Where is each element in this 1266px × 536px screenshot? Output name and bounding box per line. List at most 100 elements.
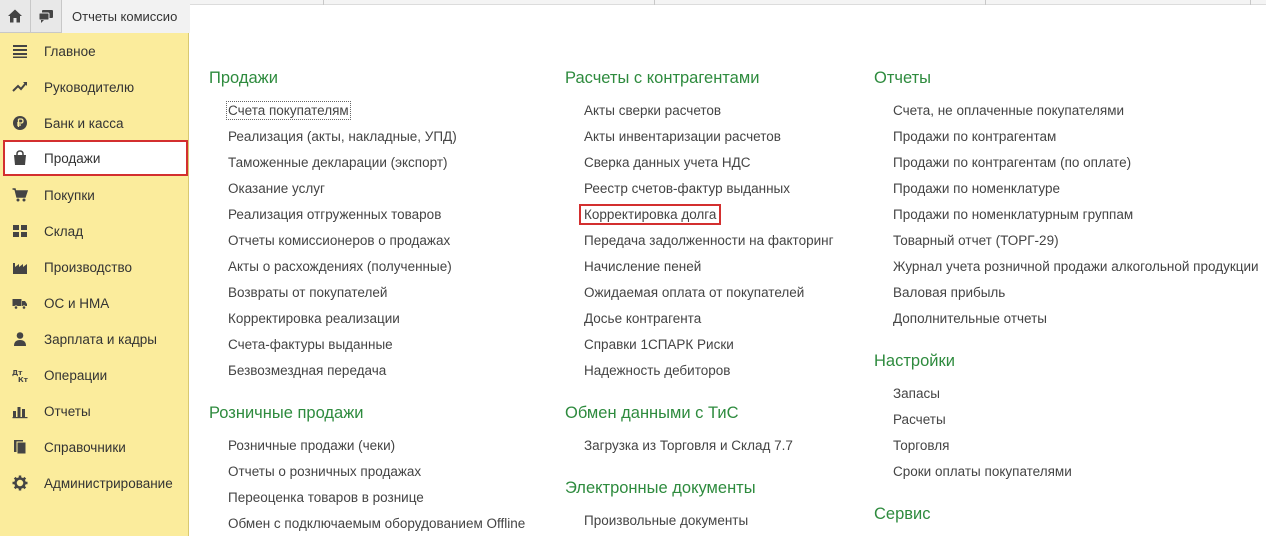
truck-icon [10,293,30,313]
section-title-edocs: Электронные документы [565,479,756,497]
sidebar-item-label: Продажи [44,150,101,166]
home-icon [8,9,22,23]
link-load-from-trade[interactable]: Загрузка из Торговля и Склад 7.7 [584,438,793,453]
menu-lines-icon [10,41,30,61]
link-additional-reports[interactable]: Дополнительные отчеты [893,311,1047,326]
sidebar-item-label: Банк и касса [44,115,124,131]
strip-divider [985,0,986,5]
link-alcohol-journal[interactable]: Журнал учета розничной продажи алкогольн… [893,259,1259,274]
sidebar-item-bank[interactable]: Банк и касса [0,105,189,141]
sidebar-item-reports[interactable]: Отчеты [0,393,189,429]
link-debt-adjustment[interactable]: Корректировка долга [579,204,722,225]
sidebar-item-salary[interactable]: Зарплата и кадры [0,321,189,357]
ruble-coin-icon [10,113,30,133]
sidebar-item-label: Зарплата и кадры [44,331,157,347]
sidebar-item-label: Операции [44,367,108,383]
link-sales-by-counterparty-payment[interactable]: Продажи по контрагентам (по оплате) [893,155,1131,170]
person-icon [10,329,30,349]
sidebar-item-production[interactable]: Производство [0,249,189,285]
link-sales-acts[interactable]: Реализация (акты, накладные, УПД) [228,129,457,144]
link-sales-adjustment[interactable]: Корректировка реализации [228,311,400,326]
link-retail-receipts[interactable]: Розничные продажи (чеки) [228,438,395,453]
section-title-settings: Настройки [874,352,955,370]
sidebar-item-label: Отчеты [44,403,91,419]
factory-icon [10,257,30,277]
top-strip [190,0,1266,5]
section-title-reports: Отчеты [874,69,932,87]
link-customer-invoices[interactable]: Счета покупателям [226,101,351,120]
section-title-service: Сервис [874,505,931,523]
link-vat-reconciliation[interactable]: Сверка данных учета НДС [584,155,751,170]
shopping-bag-icon [10,148,30,168]
sidebar-item-label: ОС и НМА [44,295,110,311]
chat-bubbles-icon [38,10,53,23]
discussions-button[interactable] [31,0,62,33]
section-title-settlements: Расчеты с контрагентами [565,69,760,87]
open-tab-commissioner-reports[interactable]: Отчеты комиссио [62,0,190,33]
link-sales-by-counterparty[interactable]: Продажи по контрагентам [893,129,1056,144]
sidebar-item-operations[interactable]: Дт Кт Операции [0,357,189,393]
sales-section-panel: Продажи Счета покупателям Реализация (ак… [190,6,1266,536]
link-commissioner-reports[interactable]: Отчеты комиссионеров о продажах [228,233,450,248]
link-unpaid-invoices[interactable]: Счета, не оплаченные покупателями [893,103,1124,118]
sidebar-item-purchases[interactable]: Покупки [0,177,189,213]
section-title-retail: Розничные продажи [209,404,364,422]
warehouse-grid-icon [10,221,30,241]
sidebar-item-label: Справочники [44,439,126,455]
link-penalty-accrual[interactable]: Начисление пеней [584,259,701,274]
sidebar-item-administration[interactable]: Администрирование [0,465,189,501]
link-settings-settlements[interactable]: Расчеты [893,412,946,427]
sidebar-item-warehouse[interactable]: Склад [0,213,189,249]
trend-icon [10,77,30,97]
sidebar-item-label: Склад [44,223,84,239]
link-payment-terms[interactable]: Сроки оплаты покупателями [893,464,1072,479]
strip-divider [1250,0,1251,5]
link-free-transfer[interactable]: Безвозмездная передача [228,363,386,378]
link-settings-trade[interactable]: Торговля [893,438,949,453]
sidebar-item-label: Главное [44,43,96,59]
sidebar-item-directories[interactable]: Справочники [0,429,189,465]
link-inventory-acts[interactable]: Акты инвентаризации расчетов [584,129,781,144]
sidebar-item-sales[interactable]: Продажи [3,140,188,176]
books-icon [10,437,30,457]
link-issued-invoices[interactable]: Счета-фактуры выданные [228,337,393,352]
home-button[interactable] [0,0,31,33]
dt-kt-icon: Дт Кт [10,365,30,385]
cart-icon [10,185,30,205]
link-services[interactable]: Оказание услуг [228,181,325,196]
sections-sidebar: Главное Руководителю Банк и касса Продаж… [0,33,189,536]
link-retail-revaluation[interactable]: Переоценка товаров в рознице [228,490,424,505]
link-offline-equipment-exchange[interactable]: Обмен с подключаемым оборудованием Offli… [228,516,525,531]
tab-label: Отчеты комиссио [72,8,178,24]
link-gross-profit[interactable]: Валовая прибыль [893,285,1005,300]
link-settings-stock[interactable]: Запасы [893,386,940,401]
link-arbitrary-documents[interactable]: Произвольные документы [584,513,748,528]
sidebar-item-label: Руководителю [44,79,135,95]
top-bar: Отчеты комиссио [0,0,190,33]
sidebar-item-manager[interactable]: Руководителю [0,69,189,105]
link-sales-by-item-group[interactable]: Продажи по номенклатурным группам [893,207,1133,222]
link-discrepancy-acts[interactable]: Акты о расхождениях (полученные) [228,259,452,274]
link-debtor-reliability[interactable]: Надежность дебиторов [584,363,730,378]
link-retail-reports[interactable]: Отчеты о розничных продажах [228,464,421,479]
link-counterparty-dossier[interactable]: Досье контрагента [584,311,701,326]
link-sales-by-item[interactable]: Продажи по номенклатуре [893,181,1060,196]
link-torg-29[interactable]: Товарный отчет (ТОРГ-29) [893,233,1059,248]
link-spark-risks[interactable]: Справки 1СПАРК Риски [584,337,734,352]
link-expected-payment[interactable]: Ожидаемая оплата от покупателей [584,285,804,300]
sidebar-item-fixed-assets[interactable]: ОС и НМА [0,285,189,321]
section-title-tis-exchange: Обмен данными с ТиС [565,404,739,422]
bar-chart-icon [10,401,30,421]
gear-icon [10,473,30,493]
strip-divider [323,0,324,5]
link-reconciliation-acts[interactable]: Акты сверки расчетов [584,103,721,118]
link-issued-invoices-register[interactable]: Реестр счетов-фактур выданных [584,181,790,196]
link-customer-returns[interactable]: Возвраты от покупателей [228,285,387,300]
sidebar-item-label: Администрирование [44,475,173,491]
link-factoring-transfer[interactable]: Передача задолженности на факторинг [584,233,834,248]
sidebar-item-label: Покупки [44,187,95,203]
link-shipped-goods-sale[interactable]: Реализация отгруженных товаров [228,207,441,222]
sidebar-item-main[interactable]: Главное [0,33,189,69]
link-customs-declarations[interactable]: Таможенные декларации (экспорт) [228,155,448,170]
section-title-sales: Продажи [209,69,278,87]
